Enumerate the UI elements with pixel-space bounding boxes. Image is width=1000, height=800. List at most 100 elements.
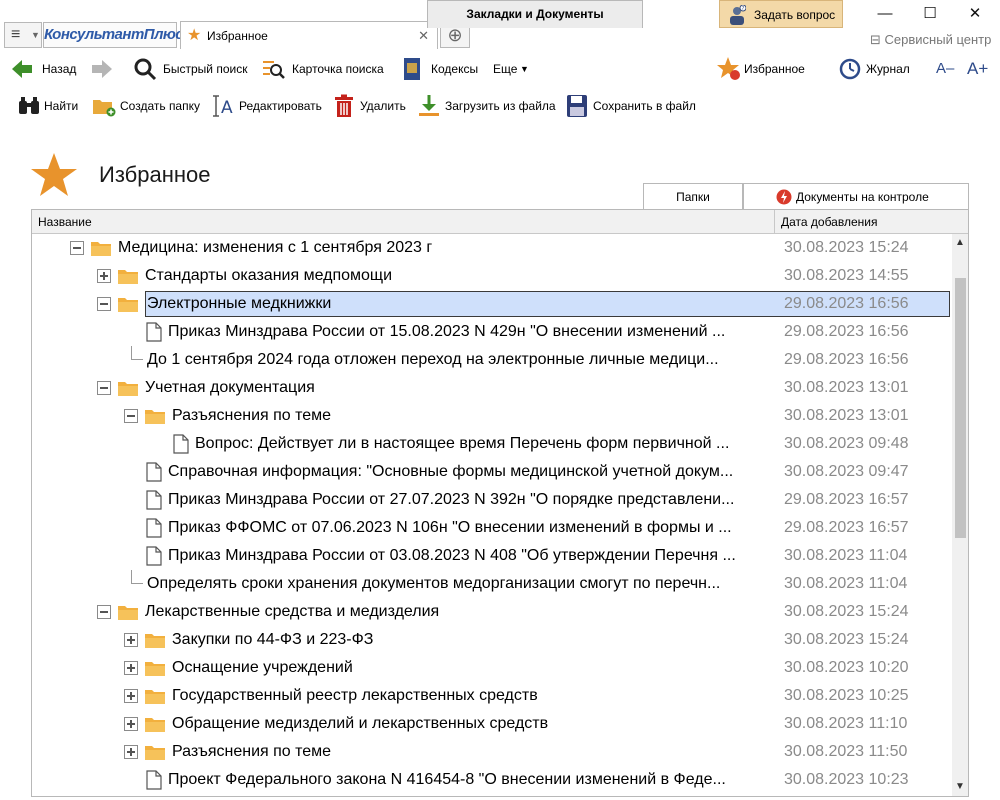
column-header-date[interactable]: Дата добавления xyxy=(774,210,968,234)
service-center-icon: ⊟ xyxy=(870,32,881,47)
svg-text:A: A xyxy=(221,98,233,118)
minimize-button[interactable]: — xyxy=(870,4,900,24)
expand-icon[interactable] xyxy=(97,269,111,283)
expand-icon[interactable] xyxy=(124,661,138,675)
tree-item-label: Государственный реестр лекарственных сре… xyxy=(172,687,538,704)
folder-icon xyxy=(118,270,138,284)
scroll-up-icon[interactable]: ▲ xyxy=(952,236,968,250)
expand-icon[interactable] xyxy=(124,745,138,759)
document-icon xyxy=(146,518,162,538)
tab-folders[interactable]: Папки xyxy=(643,183,743,210)
tree-document-row[interactable]: Приказ Минздрава России от 15.08.2023 N … xyxy=(32,318,952,346)
tree-connector xyxy=(131,570,143,584)
maximize-button[interactable]: ☐ xyxy=(915,4,945,24)
tree-document-row[interactable]: Вопрос: Действует ли в настоящее время П… xyxy=(32,430,952,458)
vertical-scrollbar[interactable]: ▲ ▼ xyxy=(952,234,968,796)
tree-item-date: 29.08.2023 16:56 xyxy=(784,295,909,312)
tree-folder-row[interactable]: Медицина: изменения с 1 сентября 2023 г 3… xyxy=(32,234,952,262)
codes-button[interactable]: Кодексы xyxy=(401,50,481,88)
edit-button[interactable]: A Редактировать xyxy=(212,88,324,124)
ask-question-label: Задать вопрос xyxy=(754,8,836,22)
tree-folder-row[interactable]: Учетная документация 30.08.2023 13:01 xyxy=(32,374,952,402)
tree-folder-row[interactable]: Обращение медизделий и лекарственных сре… xyxy=(32,710,952,738)
tree-item-date: 29.08.2023 16:57 xyxy=(784,491,909,508)
delete-button[interactable]: Удалить xyxy=(333,88,408,124)
tree-item-date: 29.08.2023 16:57 xyxy=(784,519,909,536)
favorites-tree-grid: Название Дата добавления Медицина: измен… xyxy=(31,209,969,797)
expand-icon[interactable] xyxy=(124,689,138,703)
forward-button[interactable] xyxy=(90,50,118,88)
new-folder-icon xyxy=(93,100,116,117)
tree-bookmark-row[interactable]: Определять сроки хранения документов мед… xyxy=(32,570,952,598)
tree-folder-row[interactable]: Разъяснения по теме 30.08.2023 13:01 xyxy=(32,402,952,430)
folder-icon xyxy=(118,298,138,312)
font-decrease-button[interactable]: A– xyxy=(936,50,958,88)
journal-button[interactable]: Журнал xyxy=(838,50,913,88)
tree-folder-row[interactable]: Государственный реестр лекарственных сре… xyxy=(32,682,952,710)
find-button[interactable]: Найти xyxy=(18,88,83,124)
tree-folder-row[interactable]: Оснащение учреждений 30.08.2023 10:20 xyxy=(32,654,952,682)
tree-folder-row[interactable]: Стандарты оказания медпомощи 30.08.2023 1… xyxy=(32,262,952,290)
tree-item-label: Закупки по 44-ФЗ и 223-ФЗ xyxy=(172,631,374,648)
create-folder-button[interactable]: Создать папку xyxy=(92,88,202,124)
folder-icon xyxy=(145,410,165,424)
tab-favorites[interactable]: ★ Избранное ✕ xyxy=(180,21,438,49)
tree-folder-row[interactable]: Лекарственные средства и медизделия 30.08… xyxy=(32,598,952,626)
tree-item-label: Вопрос: Действует ли в настоящее время П… xyxy=(195,435,730,452)
tree-document-row[interactable]: Справочная информация: "Основные формы м… xyxy=(32,458,952,486)
brand-logo[interactable]: КонсультантПлюс xyxy=(43,22,184,48)
codes-book-icon xyxy=(404,58,420,80)
tree-document-row[interactable]: Приказ Минздрава России от 03.08.2023 N … xyxy=(32,542,952,570)
document-icon xyxy=(146,462,162,482)
column-header-name[interactable]: Название xyxy=(38,210,92,234)
search-card-button[interactable]: Карточка поиска xyxy=(262,50,387,88)
collapse-icon[interactable] xyxy=(97,297,111,311)
favorites-button[interactable]: Избранное xyxy=(716,50,811,88)
tree-item-label: Проект Федерального закона N 416454-8 "О… xyxy=(168,771,726,788)
document-icon xyxy=(146,770,162,790)
tree-item-label: Разъяснения по теме xyxy=(172,407,332,424)
tree-folder-row[interactable]: Разъяснения по теме 30.08.2023 11:50 xyxy=(32,738,952,766)
history-clock-icon xyxy=(839,58,861,80)
quick-search-button[interactable]: Быстрый поиск xyxy=(133,50,248,88)
more-menu[interactable]: Еще ▼ xyxy=(493,50,533,88)
tree-item-label: До 1 сентября 2024 года отложен переход … xyxy=(147,351,719,368)
floppy-disk-icon xyxy=(567,95,587,117)
collapse-icon[interactable] xyxy=(124,409,138,423)
collapse-icon[interactable] xyxy=(97,605,111,619)
load-from-file-button[interactable]: Загрузить из файла xyxy=(418,88,558,124)
tab-documents-on-control[interactable]: Документы на контроле xyxy=(743,183,969,210)
tree-folder-row[interactable]: Закупки по 44-ФЗ и 223-ФЗ 30.08.2023 15:2… xyxy=(32,626,952,654)
tree-item-label: Разъяснения по теме xyxy=(172,743,332,760)
collapse-icon[interactable] xyxy=(70,241,84,255)
back-arrow-icon xyxy=(12,60,32,78)
tree-document-row[interactable]: Приказ ФФОМС от 07.06.2023 N 106н "О вне… xyxy=(32,514,952,542)
main-toolbar: Назад Быстрый поиск Карточка поиска Коде… xyxy=(0,50,1000,88)
save-to-file-button[interactable]: Сохранить в файл xyxy=(566,88,701,124)
document-icon xyxy=(146,322,162,342)
expand-icon[interactable] xyxy=(124,717,138,731)
close-window-button[interactable]: ✕ xyxy=(960,4,990,24)
tree-document-row[interactable]: Проект Федерального закона N 416454-8 "О… xyxy=(32,766,952,794)
star-icon: ★ xyxy=(187,27,202,44)
tree-item-label: Стандарты оказания медпомощи xyxy=(145,267,393,284)
tree-item-date: 30.08.2023 10:23 xyxy=(784,771,909,788)
tree-item-date: 30.08.2023 10:25 xyxy=(784,687,909,704)
expand-icon[interactable] xyxy=(124,633,138,647)
folder-icon xyxy=(145,662,165,676)
main-menu-button[interactable]: ≡ ▼ xyxy=(4,22,42,48)
back-button[interactable]: Назад xyxy=(10,50,80,88)
font-increase-button[interactable]: A+ xyxy=(967,50,995,88)
service-center-link[interactable]: ⊟ Сервисный центр xyxy=(870,32,991,48)
tab-bookmarks-and-documents[interactable]: Закладки и Документы xyxy=(427,0,643,28)
ask-question-button[interactable]: ? Задать вопрос xyxy=(719,0,843,28)
collapse-icon[interactable] xyxy=(97,381,111,395)
folder-icon xyxy=(145,718,165,732)
scroll-thumb[interactable] xyxy=(955,278,966,538)
tree-bookmark-row[interactable]: До 1 сентября 2024 года отложен переход … xyxy=(32,346,952,374)
tree-item-label: Приказ ФФОМС от 07.06.2023 N 106н "О вне… xyxy=(168,519,732,536)
tree-document-row[interactable]: Приказ Минздрава России от 27.07.2023 N … xyxy=(32,486,952,514)
tree-folder-row[interactable]: Электронные медкнижки 29.08.2023 16:56 xyxy=(32,290,952,318)
tree-item-date: 30.08.2023 13:01 xyxy=(784,379,909,396)
scroll-down-icon[interactable]: ▼ xyxy=(952,780,968,794)
